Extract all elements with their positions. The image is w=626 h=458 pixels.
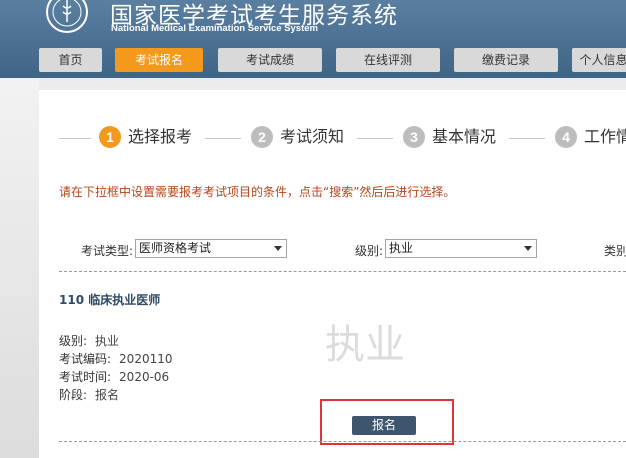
nav-home[interactable]: 首页 bbox=[39, 48, 102, 72]
step-1-number: 1 bbox=[99, 126, 121, 148]
info-time-value: 2020-06 bbox=[119, 370, 170, 384]
nav-payment-records[interactable]: 缴费记录 bbox=[454, 48, 558, 72]
nav-exam-registration[interactable]: 考试报名 bbox=[115, 48, 203, 72]
info-code-value: 2020110 bbox=[119, 352, 173, 366]
level-select[interactable]: 执业 bbox=[385, 239, 537, 258]
level-label: 级别: bbox=[355, 244, 384, 258]
level-value: 执业 bbox=[389, 241, 414, 255]
exam-title: 110 临床执业医师 bbox=[59, 293, 161, 307]
step-connector bbox=[205, 138, 241, 139]
info-code-key: 考试编码: bbox=[59, 352, 112, 366]
step-2-label: 考试须知 bbox=[280, 127, 345, 146]
nav-online-assessment[interactable]: 在线评测 bbox=[336, 48, 440, 72]
info-level-value: 执业 bbox=[95, 334, 120, 348]
info-time: 考试时间: 2020-06 bbox=[59, 368, 169, 385]
exam-type-select[interactable]: 医师资格考试 bbox=[135, 239, 287, 258]
info-time-key: 考试时间: bbox=[59, 370, 112, 384]
step-connector bbox=[509, 138, 545, 139]
divider bbox=[59, 441, 626, 442]
site-subtitle: National Medical Examination Service Sys… bbox=[111, 23, 318, 34]
nav-personal-info[interactable]: 个人信息 bbox=[572, 48, 626, 72]
level-watermark: 执业 bbox=[325, 322, 405, 368]
instruction-hint: 请在下拉框中设置需要报考考试项目的条件，点击“搜索”然后后进行选择。 bbox=[59, 185, 456, 199]
step-3-number: 3 bbox=[403, 126, 425, 148]
category-label: 类别 bbox=[604, 244, 626, 258]
exam-type-value: 医师资格考试 bbox=[139, 241, 212, 255]
side-decoration bbox=[0, 78, 39, 458]
info-level-key: 级别: bbox=[59, 334, 88, 348]
info-stage-key: 阶段: bbox=[59, 388, 88, 402]
step-connector bbox=[357, 138, 393, 139]
chevron-down-icon bbox=[524, 246, 532, 251]
exam-type-label: 考试类型: bbox=[81, 244, 134, 258]
info-stage: 阶段: 报名 bbox=[59, 386, 119, 403]
chevron-down-icon bbox=[274, 246, 282, 251]
nav-exam-scores[interactable]: 考试成绩 bbox=[218, 48, 322, 72]
info-level: 级别: 执业 bbox=[59, 332, 119, 349]
step-4-label: 工作情 bbox=[584, 127, 626, 146]
step-1-label: 选择报考 bbox=[128, 127, 193, 146]
site-header: 国家医学考试考生服务系统 National Medical Examinatio… bbox=[0, 0, 626, 78]
step-2-number: 2 bbox=[251, 126, 273, 148]
info-code: 考试编码: 2020110 bbox=[59, 350, 173, 367]
logo-emblem-icon bbox=[46, 0, 88, 33]
step-4-number: 4 bbox=[555, 126, 577, 148]
info-stage-value: 报名 bbox=[95, 388, 120, 402]
divider bbox=[59, 271, 626, 272]
step-connector bbox=[59, 138, 91, 139]
step-3-label: 基本情况 bbox=[432, 127, 497, 146]
apply-button[interactable]: 报名 bbox=[352, 416, 416, 435]
